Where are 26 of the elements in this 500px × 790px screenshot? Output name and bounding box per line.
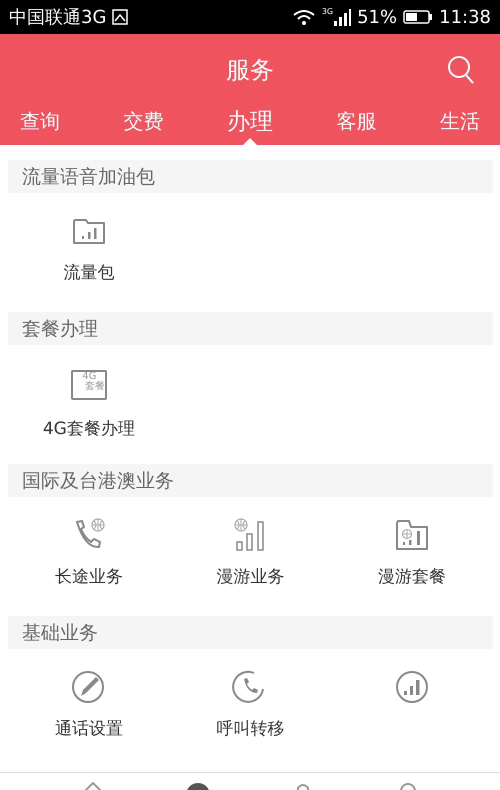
image-icon: [112, 9, 128, 25]
service-item[interactable]: 长途业务: [8, 517, 170, 588]
service-item[interactable]: 呼叫转移: [170, 669, 332, 740]
service-item[interactable]: 漫游套餐: [331, 517, 493, 588]
search-icon[interactable]: [446, 54, 476, 86]
section-title: 国际及台港澳业务: [22, 468, 174, 494]
pencil-circle-icon: [70, 669, 107, 705]
icon-text: 套餐: [84, 382, 105, 392]
signal-icon: [333, 8, 352, 26]
wifi-icon: [292, 8, 316, 26]
section-title: 基础业务: [22, 620, 98, 646]
service-item[interactable]: 漫游业务: [170, 517, 332, 588]
page-title: 服务: [226, 55, 274, 86]
service-item[interactable]: 4G 套餐 4G套餐办理: [8, 365, 170, 440]
clock: 11:38: [439, 6, 491, 28]
icon-text: 4G: [81, 372, 96, 382]
network-type: 3G: [322, 8, 334, 16]
service-item[interactable]: 通话设置: [8, 669, 170, 740]
folder-globe-icon: [394, 517, 430, 553]
section-title: 流量语音加油包: [22, 164, 155, 190]
service-item[interactable]: 流量包: [8, 213, 170, 284]
signal-circle-icon: [394, 669, 430, 705]
section-title: 套餐办理: [22, 316, 98, 342]
carrier-name: 中国联通3G: [9, 6, 106, 29]
battery-icon: [403, 9, 434, 25]
battery-level: 51%: [357, 6, 398, 28]
